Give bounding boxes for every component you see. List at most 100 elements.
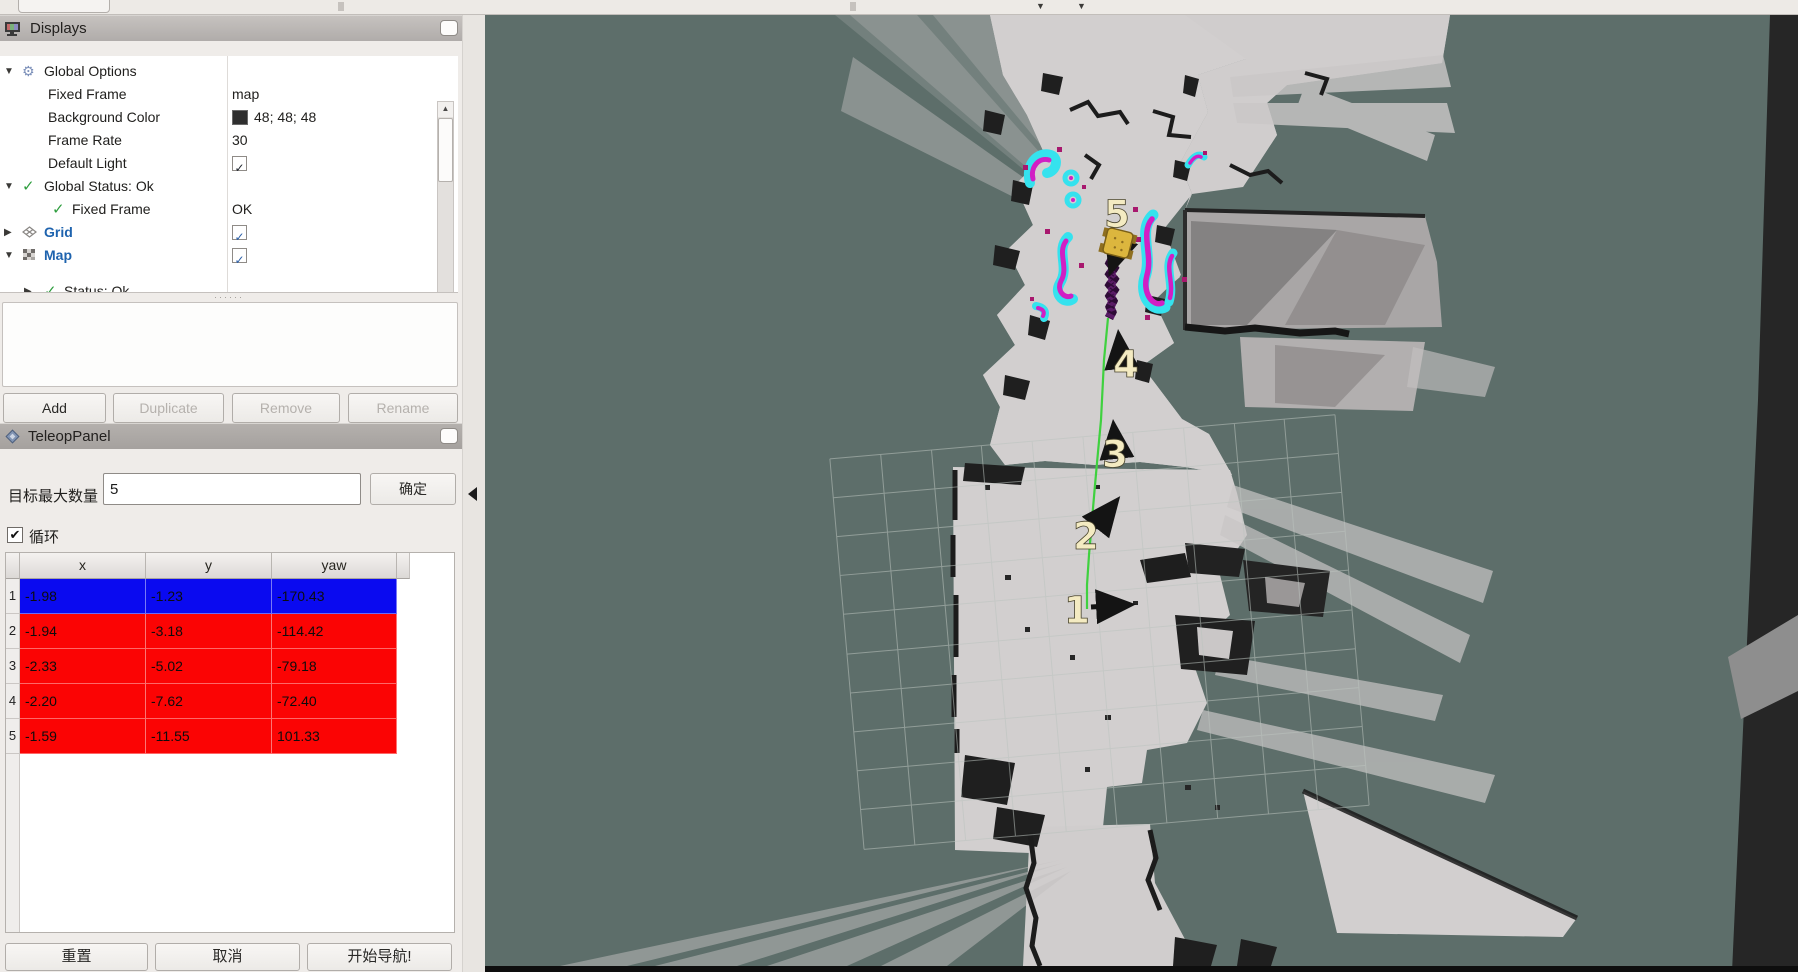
wall-left-mainroom	[953, 470, 957, 753]
row-value[interactable]: map	[232, 83, 259, 106]
cell-y[interactable]: -7.62	[146, 684, 272, 719]
cell-yaw[interactable]: -114.42	[272, 614, 397, 649]
cell-yaw[interactable]: 101.33	[272, 719, 397, 754]
panel-float-button[interactable]	[440, 428, 458, 444]
cell-y[interactable]: -1.23	[146, 579, 272, 614]
expander-icon[interactable]: ▼	[4, 60, 14, 83]
reset-button[interactable]: 重置	[5, 943, 148, 971]
loop-checkbox[interactable]: ✔	[7, 527, 23, 543]
row-label: Global Status: Ok	[44, 175, 154, 198]
top-toolbar: ▼ ▼	[0, 0, 1798, 15]
table-row[interactable]: 2 -1.94 -3.18 -114.42	[6, 614, 410, 649]
tree-row-fixed-frame-status[interactable]: ✓ Fixed Frame OK	[0, 198, 440, 221]
corner-header	[6, 553, 20, 579]
teleop-panel-header[interactable]: TeleopPanel	[0, 423, 462, 449]
tree-scrollbar[interactable]: ▲ ▼	[437, 101, 454, 293]
rename-button[interactable]: Rename	[348, 393, 458, 423]
row-label: Status: Ok	[64, 280, 129, 293]
add-button[interactable]: Add	[3, 393, 106, 423]
tree-row-frame-rate[interactable]: Frame Rate 30	[0, 129, 440, 152]
scroll-up-icon[interactable]: ▲	[438, 102, 453, 117]
row-label: Global Options	[44, 60, 137, 83]
expander-icon[interactable]: ▼	[4, 175, 14, 198]
grid-icon	[22, 221, 37, 245]
map-render: 1 2 3 4 5	[485, 15, 1798, 972]
row-number[interactable]: 3	[6, 649, 20, 684]
row-label: Fixed Frame	[48, 83, 127, 106]
row-value[interactable]: 30	[232, 129, 248, 152]
waypoint-1-label: 1	[1064, 589, 1090, 632]
tree-row-map[interactable]: ▼ Map ✓	[0, 244, 440, 267]
table-row[interactable]: 4 -2.20 -7.62 -72.40	[6, 684, 410, 719]
cell-x[interactable]: -1.59	[20, 719, 146, 754]
left-dock: Displays ▼ ⚙ Global Options Fixed Frame …	[0, 15, 462, 972]
remove-button[interactable]: Remove	[232, 393, 340, 423]
toolbar-dropdown-arrow-icon[interactable]: ▼	[1077, 1, 1086, 11]
right-room-upper	[1185, 210, 1442, 330]
waypoint-5-label: 5	[1104, 193, 1130, 236]
cell-y[interactable]: -11.55	[146, 719, 272, 754]
row-number[interactable]: 1	[6, 579, 20, 614]
panel-float-button[interactable]	[440, 20, 458, 36]
displays-panel-title: Displays	[30, 20, 87, 37]
cell-yaw[interactable]: -72.40	[272, 684, 397, 719]
tree-row-grid[interactable]: ▶ Grid ✓	[0, 221, 440, 244]
expander-icon[interactable]: ▼	[4, 244, 14, 267]
cell-y[interactable]: -5.02	[146, 649, 272, 684]
row-number[interactable]: 4	[6, 684, 20, 719]
scrollbar-thumb[interactable]	[438, 118, 453, 182]
displays-panel-header[interactable]: Displays	[0, 15, 462, 41]
confirm-button[interactable]: 确定	[370, 473, 456, 505]
tree-row-background-color[interactable]: Background Color 48; 48; 48	[0, 106, 440, 129]
row-value[interactable]: 48; 48; 48	[254, 106, 316, 129]
collapse-panel-icon[interactable]	[468, 487, 477, 501]
map-viewport[interactable]: 1 2 3 4 5	[485, 15, 1798, 972]
row-number[interactable]: 2	[6, 614, 20, 649]
cell-yaw[interactable]: -170.43	[272, 579, 397, 614]
grid-checkbox[interactable]: ✓	[232, 225, 247, 240]
table-row[interactable]: 3 -2.33 -5.02 -79.18	[6, 649, 410, 684]
waypoint-2-label: 2	[1073, 515, 1099, 558]
toolbar-dropdown-arrow-icon[interactable]: ▼	[1036, 1, 1045, 11]
cell-x[interactable]: -1.98	[20, 579, 146, 614]
dock-splitter[interactable]	[462, 15, 485, 972]
default-light-checkbox[interactable]: ✓	[232, 156, 247, 171]
start-nav-button[interactable]: 开始导航!	[307, 943, 452, 971]
toolbar-tab-remnant[interactable]	[18, 0, 110, 13]
cell-x[interactable]: -2.20	[20, 684, 146, 719]
tree-row-global-status[interactable]: ▼ ✓ Global Status: Ok	[0, 175, 440, 198]
row-label: Background Color	[48, 106, 160, 129]
tree-row-fixed-frame[interactable]: Fixed Frame map	[0, 83, 440, 106]
expander-icon[interactable]: ▶	[24, 280, 32, 293]
waypoint-3-label: 3	[1102, 433, 1128, 476]
table-row[interactable]: 5 -1.59 -11.55 101.33	[6, 719, 410, 754]
tree-row-default-light[interactable]: Default Light ✓	[0, 152, 440, 175]
row-label: Frame Rate	[48, 129, 122, 152]
column-header-blank	[397, 553, 410, 579]
waypoint-1-arrow	[1091, 605, 1126, 607]
status-ok-check-icon: ✓	[22, 175, 35, 198]
loop-checkbox-label: 循环	[29, 526, 59, 547]
viewport-bottom-strip	[485, 966, 1798, 972]
cell-y[interactable]: -3.18	[146, 614, 272, 649]
column-header-yaw[interactable]: yaw	[272, 553, 397, 579]
tree-row-global-options[interactable]: ▼ ⚙ Global Options	[0, 60, 440, 83]
cell-yaw[interactable]: -79.18	[272, 649, 397, 684]
cancel-button[interactable]: 取消	[155, 943, 300, 971]
column-header-y[interactable]: y	[146, 553, 272, 579]
map-checkbox[interactable]: ✓	[232, 248, 247, 263]
color-swatch[interactable]	[232, 110, 248, 125]
displays-tree: ▼ ⚙ Global Options Fixed Frame map Backg…	[0, 56, 458, 293]
cell-x[interactable]: -1.94	[20, 614, 146, 649]
status-ok-check-icon: ✓	[44, 280, 57, 293]
duplicate-button[interactable]: Duplicate	[113, 393, 224, 423]
cell-x[interactable]: -2.33	[20, 649, 146, 684]
max-goals-input[interactable]	[103, 473, 361, 505]
expander-icon[interactable]: ▶	[4, 221, 12, 244]
goals-table: x y yaw 1 -1.98 -1.23 -170.43 2 -1.94 -3…	[5, 552, 455, 933]
waypoint-4-label: 4	[1113, 343, 1139, 386]
column-header-x[interactable]: x	[20, 553, 146, 579]
row-number[interactable]: 5	[6, 719, 20, 754]
table-row[interactable]: 1 -1.98 -1.23 -170.43	[6, 579, 410, 614]
row-value: OK	[232, 198, 252, 221]
